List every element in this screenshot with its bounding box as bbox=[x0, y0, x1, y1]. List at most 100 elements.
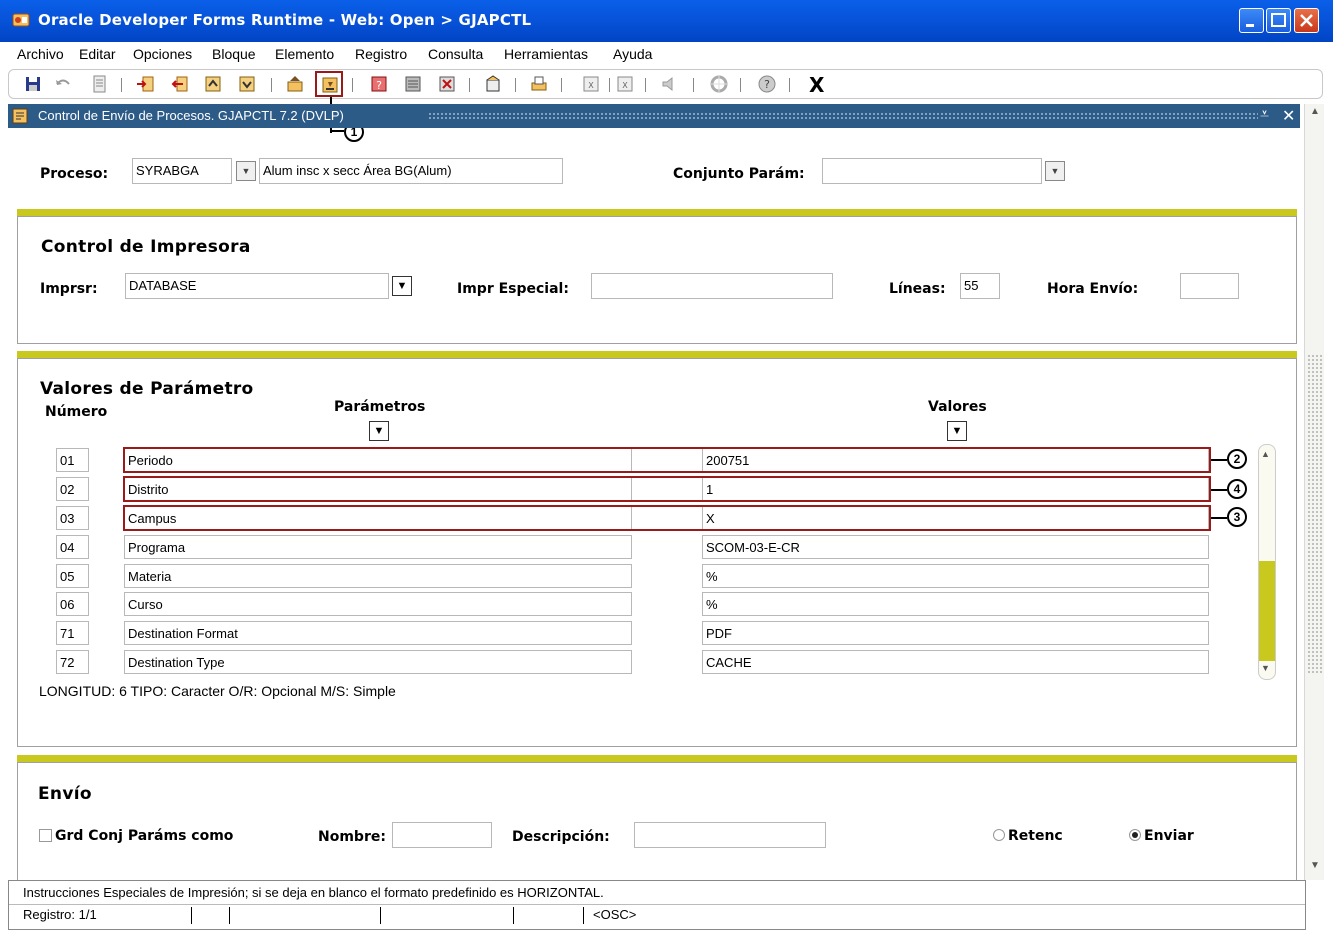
main-scrollbar[interactable]: ▲ ▼ bbox=[1304, 104, 1324, 880]
audio-icon[interactable] bbox=[659, 74, 679, 94]
scroll-up-icon[interactable]: ▲ bbox=[1307, 106, 1323, 122]
callout-3-line bbox=[1211, 517, 1227, 519]
next-block-icon[interactable] bbox=[135, 74, 155, 94]
toolbar-separator bbox=[352, 78, 353, 92]
menu-elemento[interactable]: Elemento bbox=[275, 46, 334, 62]
param-number[interactable]: 71 bbox=[56, 621, 89, 645]
param-number[interactable]: 03 bbox=[56, 506, 89, 530]
previous-record-icon[interactable] bbox=[203, 74, 223, 94]
proceso-field[interactable]: SYRABGA bbox=[132, 158, 232, 184]
menu-opciones[interactable]: Opciones bbox=[133, 46, 192, 62]
close-icon bbox=[1300, 14, 1313, 27]
cancel-query-icon[interactable] bbox=[437, 74, 457, 94]
param-number[interactable]: 01 bbox=[56, 448, 89, 472]
menu-registro[interactable]: Registro bbox=[355, 46, 407, 62]
status-bar: Instrucciones Especiales de Impresión; s… bbox=[8, 880, 1306, 930]
param-name[interactable]: Programa bbox=[124, 535, 632, 559]
print-icon[interactable] bbox=[529, 74, 549, 94]
status-separator bbox=[380, 907, 381, 924]
param-name[interactable]: Destination Type bbox=[124, 650, 632, 674]
scroll-down-icon[interactable]: ▼ bbox=[1307, 860, 1323, 876]
lineas-label: Líneas: bbox=[889, 281, 946, 297]
toolbar-separator bbox=[121, 78, 122, 92]
param-value[interactable]: SCOM-03-E-CR bbox=[702, 535, 1209, 559]
save-icon[interactable] bbox=[23, 74, 43, 94]
menu-ayuda[interactable]: Ayuda bbox=[613, 46, 652, 62]
conjunto-field[interactable] bbox=[822, 158, 1042, 184]
highlight-row-periodo bbox=[123, 447, 1211, 473]
param-number[interactable]: 06 bbox=[56, 592, 89, 616]
imprsr-label: Imprsr: bbox=[40, 281, 98, 297]
up-folder-icon[interactable] bbox=[285, 74, 305, 94]
imprsr-field[interactable]: DATABASE bbox=[125, 273, 389, 299]
window-title: Oracle Developer Forms Runtime - Web: Op… bbox=[38, 11, 532, 29]
next-record-icon[interactable] bbox=[237, 74, 257, 94]
execute-query-icon[interactable] bbox=[403, 74, 423, 94]
enviar-label: Enviar bbox=[1144, 828, 1194, 844]
svg-text:X: X bbox=[588, 81, 594, 90]
menu-archivo[interactable]: Archivo bbox=[17, 46, 64, 62]
param-number[interactable]: 05 bbox=[56, 564, 89, 588]
minimize-form-icon[interactable]: ⩡ bbox=[1260, 106, 1269, 124]
help-icon[interactable]: ? bbox=[757, 74, 777, 94]
menu-herramientas[interactable]: Herramientas bbox=[504, 46, 588, 62]
minimize-button[interactable] bbox=[1239, 8, 1264, 33]
params-scrollbar[interactable]: ▲ ▼ bbox=[1258, 444, 1276, 680]
param-value[interactable]: PDF bbox=[702, 621, 1209, 645]
highlighted-toolbar-button[interactable] bbox=[315, 71, 343, 97]
callout-2: 2 bbox=[1227, 449, 1247, 469]
close-form-icon[interactable]: ✕ bbox=[1282, 106, 1295, 126]
hora-envio-field[interactable] bbox=[1180, 273, 1239, 299]
valores-lov-button[interactable]: ▼ bbox=[947, 421, 967, 441]
conjunto-lov-button[interactable]: ▼ bbox=[1045, 161, 1065, 181]
toolbar-separator bbox=[740, 78, 741, 92]
descripcion-field[interactable] bbox=[634, 822, 826, 848]
param-name[interactable]: Destination Format bbox=[124, 621, 632, 645]
toolbar-separator bbox=[561, 78, 562, 92]
params-scroll-thumb[interactable] bbox=[1259, 561, 1275, 661]
scroll-down-icon[interactable]: ▼ bbox=[1261, 663, 1270, 673]
form-title-bar: Control de Envío de Procesos. GJAPCTL 7.… bbox=[8, 104, 1300, 128]
param-number[interactable]: 04 bbox=[56, 535, 89, 559]
maximize-button[interactable] bbox=[1266, 8, 1291, 33]
rollback-icon[interactable] bbox=[53, 74, 73, 94]
imprsr-lov-button[interactable]: ▼ bbox=[392, 276, 412, 296]
proceso-lov-button[interactable]: ▼ bbox=[236, 161, 256, 181]
svg-text:?: ? bbox=[764, 78, 770, 91]
param-name[interactable]: Curso bbox=[124, 592, 632, 616]
print-page-icon[interactable] bbox=[89, 74, 109, 94]
menu-bloque[interactable]: Bloque bbox=[212, 46, 256, 62]
valores-column-header: Valores bbox=[928, 399, 987, 415]
impr-especial-field[interactable] bbox=[591, 273, 833, 299]
enviar-radio[interactable] bbox=[1129, 829, 1141, 841]
status-separator bbox=[583, 907, 584, 924]
param-value[interactable]: CACHE bbox=[702, 650, 1209, 674]
submit-section-title: Envío bbox=[38, 784, 92, 804]
lineas-field[interactable]: 55 bbox=[960, 273, 1000, 299]
clear-record-icon[interactable]: X bbox=[615, 74, 635, 94]
close-window-button[interactable] bbox=[1294, 8, 1319, 33]
exit-button[interactable]: X bbox=[809, 73, 824, 97]
insert-record-icon[interactable] bbox=[483, 74, 503, 94]
param-value[interactable]: % bbox=[702, 592, 1209, 616]
toolbar-separator bbox=[271, 78, 272, 92]
form-icon bbox=[12, 108, 28, 124]
help-lifebuoy-icon[interactable] bbox=[709, 74, 729, 94]
parametros-lov-button[interactable]: ▼ bbox=[369, 421, 389, 441]
delete-record-icon[interactable]: X bbox=[581, 74, 601, 94]
save-params-checkbox[interactable] bbox=[39, 829, 52, 842]
section-divider bbox=[17, 209, 1297, 216]
scroll-thumb[interactable] bbox=[1307, 354, 1322, 674]
param-value[interactable]: % bbox=[702, 564, 1209, 588]
maximize-icon bbox=[1271, 13, 1286, 27]
retenc-radio[interactable] bbox=[993, 829, 1005, 841]
param-number[interactable]: 02 bbox=[56, 477, 89, 501]
menu-editar[interactable]: Editar bbox=[79, 46, 116, 62]
enter-query-icon[interactable]: ? bbox=[369, 74, 389, 94]
nombre-field[interactable] bbox=[392, 822, 492, 848]
scroll-up-icon[interactable]: ▲ bbox=[1261, 449, 1270, 459]
param-number[interactable]: 72 bbox=[56, 650, 89, 674]
param-name[interactable]: Materia bbox=[124, 564, 632, 588]
menu-consulta[interactable]: Consulta bbox=[428, 46, 483, 62]
previous-block-icon[interactable] bbox=[169, 74, 189, 94]
